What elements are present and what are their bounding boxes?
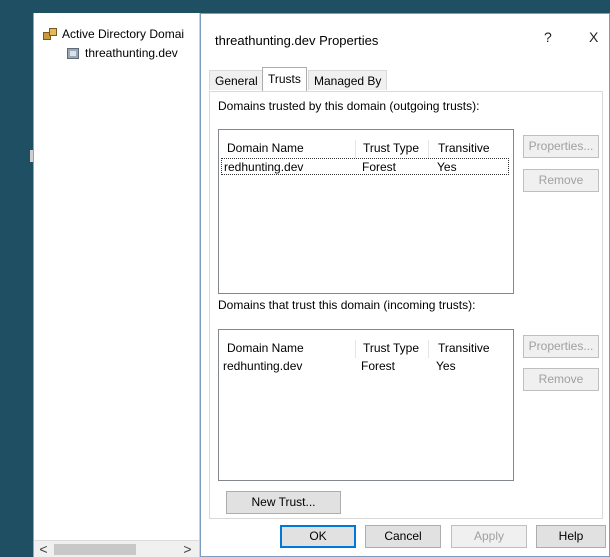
tree-item-active-directory[interactable]: Active Directory Domai <box>42 25 184 43</box>
outgoing-properties-button[interactable]: Properties... <box>523 135 599 158</box>
domain-icon <box>65 45 81 61</box>
list-row[interactable]: redhunting.dev Forest Yes <box>221 358 509 375</box>
dialog-titlebar: threathunting.dev Properties ? X <box>201 14 609 58</box>
tab-general[interactable]: General <box>209 70 264 90</box>
column-domain-name[interactable]: Domain Name <box>227 141 304 155</box>
tab-trusts[interactable]: Trusts <box>262 67 307 91</box>
column-divider <box>428 140 429 158</box>
close-icon[interactable]: X <box>589 29 598 45</box>
scroll-left-icon[interactable]: < <box>35 542 52 557</box>
tab-managed-by[interactable]: Managed By <box>308 70 388 90</box>
column-transitive[interactable]: Transitive <box>438 341 490 355</box>
column-divider <box>428 340 429 358</box>
outgoing-remove-button[interactable]: Remove <box>523 169 599 192</box>
scrollbar-thumb[interactable] <box>54 544 136 555</box>
tree-item-label: Active Directory Domai <box>62 27 185 41</box>
row-domain-name: redhunting.dev <box>224 160 304 174</box>
incoming-trusts-list[interactable]: Domain Name Trust Type Transitive redhun… <box>218 329 514 481</box>
list-header: Domain Name Trust Type Transitive <box>219 338 513 358</box>
column-divider <box>355 140 356 158</box>
apply-button[interactable]: Apply <box>451 525 527 548</box>
column-trust-type[interactable]: Trust Type <box>363 341 419 355</box>
help-button[interactable]: Help <box>536 525 606 548</box>
ok-button[interactable]: OK <box>280 525 356 548</box>
properties-dialog: threathunting.dev Properties ? X General… <box>200 13 610 557</box>
console-tree: Active Directory Domai threathunting.dev… <box>33 13 200 557</box>
trusts-tab-panel: Domains trusted by this domain (outgoing… <box>209 91 603 519</box>
tree-item-domain[interactable]: threathunting.dev <box>65 44 178 62</box>
column-trust-type[interactable]: Trust Type <box>363 141 419 155</box>
column-divider <box>355 340 356 358</box>
active-directory-icon <box>42 26 58 42</box>
new-trust-button[interactable]: New Trust... <box>226 491 341 514</box>
row-trust-type: Forest <box>361 359 396 373</box>
list-row[interactable]: redhunting.dev Forest Yes <box>221 158 509 175</box>
outgoing-trusts-list[interactable]: Domain Name Trust Type Transitive redhun… <box>218 129 514 294</box>
scroll-right-icon[interactable]: > <box>179 542 196 557</box>
outgoing-trusts-label: Domains trusted by this domain (outgoing… <box>218 99 480 113</box>
incoming-properties-button[interactable]: Properties... <box>523 335 599 358</box>
row-transitive: Yes <box>436 359 456 373</box>
cancel-button[interactable]: Cancel <box>365 525 441 548</box>
horizontal-scrollbar[interactable]: < > <box>34 540 199 557</box>
tree-item-label: threathunting.dev <box>85 46 178 60</box>
dialog-title: threathunting.dev Properties <box>215 33 379 48</box>
list-header: Domain Name Trust Type Transitive <box>219 138 513 158</box>
row-domain-name: redhunting.dev <box>223 359 303 373</box>
incoming-trusts-label: Domains that trust this domain (incoming… <box>218 298 476 312</box>
help-icon[interactable]: ? <box>544 29 552 45</box>
row-trust-type: Forest <box>362 160 397 174</box>
column-transitive[interactable]: Transitive <box>438 141 490 155</box>
incoming-remove-button[interactable]: Remove <box>523 368 599 391</box>
column-domain-name[interactable]: Domain Name <box>227 341 304 355</box>
row-transitive: Yes <box>437 160 457 174</box>
